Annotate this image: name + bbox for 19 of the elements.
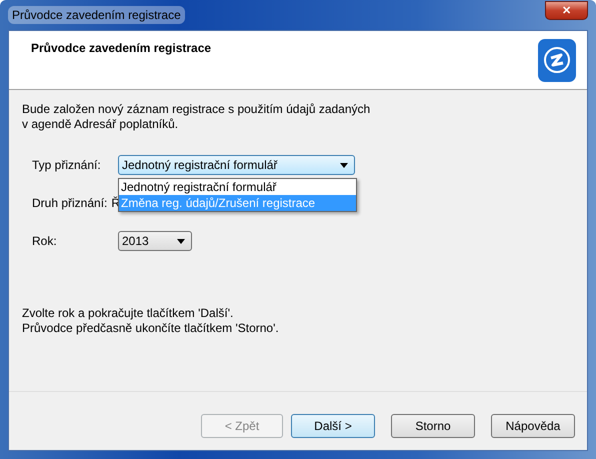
logo-icon: [537, 38, 577, 83]
intro-text: Bude založen nový záznam registrace s použitím údajů zadaných: [22, 102, 372, 117]
dropdown-option[interactable]: Jednotný registrační formulář: [119, 179, 356, 195]
caret-icon: [177, 238, 185, 244]
caret-icon: [340, 162, 348, 168]
wizard-button[interactable]: Nápověda: [491, 414, 575, 438]
field-label: Typ přiznání:: [32, 158, 102, 172]
wizard-button[interactable]: Další >: [291, 414, 375, 438]
instruction-text: Zvolte rok a pokračujte tlačítkem 'Další'.: [22, 306, 234, 321]
intro-text: v agendě Adresář poplatníků.: [22, 117, 180, 132]
field-label: Druh přiznání:: [32, 196, 108, 210]
field-label: Rok:: [32, 234, 58, 248]
close-button[interactable]: ✕: [545, 0, 588, 20]
instruction-text: Průvodce předčasně ukončíte tlačítkem 'Storno'.: [22, 321, 280, 336]
dropdown-field[interactable]: Jednotný registrační formulář: [118, 155, 355, 175]
window-title: Průvodce zavedením registrace: [8, 6, 185, 24]
wizard-title: Průvodce zavedením registrace: [31, 41, 212, 57]
wizard-button[interactable]: Storno: [391, 414, 475, 438]
dropdown-field[interactable]: 2013: [118, 231, 192, 251]
